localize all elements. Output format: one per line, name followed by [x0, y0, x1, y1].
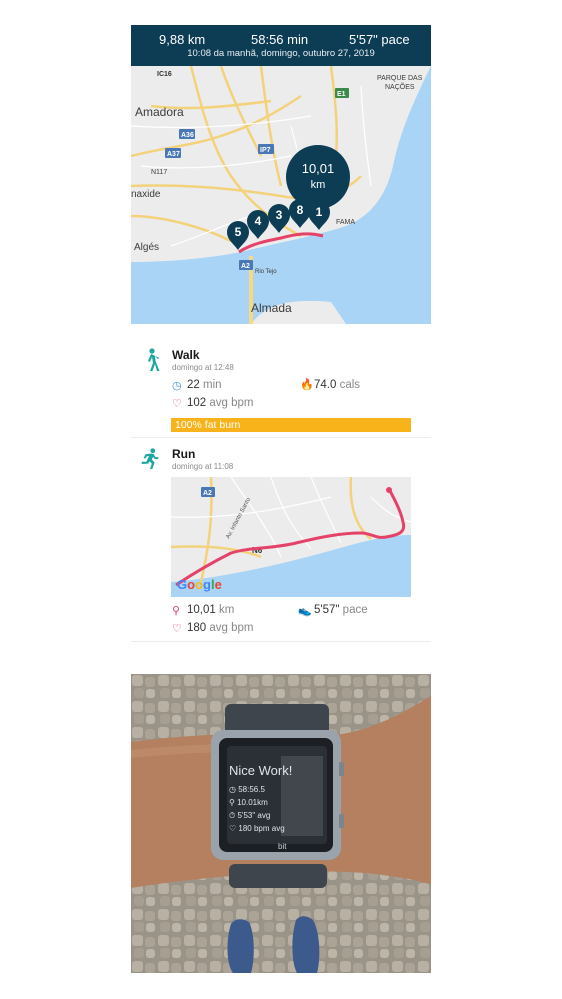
- watch-time: ◷ 58:56.5: [229, 785, 265, 794]
- route-overview-map[interactable]: Amadora Almada naxide Algés PARQUE DAS N…: [131, 66, 431, 324]
- place-label-amadora: Amadora: [135, 105, 184, 119]
- run-route-map[interactable]: A2 N6 Av. Infante Santo Google: [171, 477, 411, 597]
- heart-icon: ♡: [172, 398, 182, 410]
- road-badge-ip7: IP7: [258, 144, 274, 154]
- road-badge-e1: E1: [335, 88, 349, 98]
- watch-strap-bottom: [229, 864, 327, 888]
- svg-text:10,01: 10,01: [302, 161, 335, 176]
- watch-headline: Nice Work!: [229, 763, 292, 778]
- svg-text:A2: A2: [241, 263, 250, 270]
- road-badge-a2: A2: [201, 487, 215, 497]
- svg-text:A37: A37: [167, 151, 180, 158]
- flame-icon: 🔥: [300, 379, 314, 391]
- route-end-dot: [386, 487, 392, 493]
- shoe-icon: 👟: [298, 605, 312, 617]
- total-distance-marker[interactable]: 10,01 km: [286, 145, 350, 209]
- run-time: domingo at 11:08: [172, 462, 234, 471]
- place-label-almada: Almada: [251, 301, 292, 315]
- walk-duration: 22 min: [187, 379, 222, 391]
- svg-text:1: 1: [316, 205, 323, 219]
- walk-title: Walk: [172, 348, 200, 362]
- divider: [131, 641, 431, 642]
- watch-brand: bit: [278, 842, 287, 851]
- place-label-parque: PARQUE DAS: [377, 75, 423, 82]
- svg-text:5: 5: [235, 225, 242, 239]
- place-label-nacoes: NAÇÕES: [385, 82, 415, 91]
- clock-icon: ◷: [172, 380, 182, 392]
- road-badge-a36: A36: [179, 129, 195, 139]
- running-person-icon: [141, 448, 159, 470]
- watch-distance: ⚲ 10.01km: [229, 798, 268, 807]
- walk-calories: 74.0 cals: [314, 379, 361, 391]
- svg-text:A36: A36: [181, 132, 194, 139]
- watch-button: [339, 762, 344, 776]
- svg-text:IC16: IC16: [157, 71, 172, 78]
- svg-text:4: 4: [255, 214, 262, 228]
- walk-bpm: 102 avg bpm: [187, 397, 254, 409]
- run-pace: 5'57" pace: [314, 604, 368, 616]
- google-logo: Google: [177, 577, 222, 592]
- place-label-naxide: naxide: [131, 189, 161, 200]
- place-label-alges: Algés: [134, 242, 159, 253]
- road-badge-a37: A37: [165, 148, 181, 158]
- summary-distance: 9,88 km: [159, 32, 206, 47]
- svg-text:8: 8: [297, 203, 304, 217]
- watch-bpm: ♡ 180 bpm avg: [229, 824, 285, 833]
- watch-button: [339, 814, 344, 828]
- watch-pace: ⏱ 5'53" avg: [229, 811, 270, 820]
- place-label-fama: FAMA: [336, 219, 355, 226]
- run-bpm: 180 avg bpm: [187, 622, 254, 634]
- svg-text:3: 3: [276, 208, 283, 222]
- left-shoe: [227, 919, 254, 973]
- walk-time: domingo at 12:48: [172, 363, 234, 372]
- road-badge-a2: A2: [239, 260, 253, 270]
- walking-person-icon: [148, 348, 160, 371]
- heart-zone-bar: 100% fat burn: [171, 418, 411, 432]
- run-title: Run: [172, 447, 196, 461]
- summary-pace: 5'57" pace: [349, 32, 410, 47]
- road-badge-ic16: IC16: [157, 71, 172, 78]
- place-label-rio-tejo: Rio Tejo: [255, 269, 277, 275]
- svg-text:A2: A2: [203, 490, 212, 497]
- svg-text:km: km: [311, 179, 326, 191]
- heart-icon: ♡: [172, 623, 182, 635]
- svg-text:IP7: IP7: [260, 147, 271, 154]
- run-distance: 10,01 km: [187, 604, 235, 616]
- summary-datetime: 10:08 da manhã, domingo, outubro 27, 201…: [187, 48, 375, 59]
- road-label-n117: N117: [151, 169, 167, 176]
- divider: [131, 437, 431, 438]
- svg-text:E1: E1: [337, 91, 346, 98]
- watch-photo: Nice Work! ◷ 58:56.5 ⚲ 10.01km ⏱ 5'53" a…: [131, 674, 431, 973]
- location-pin-icon: ⚲: [172, 605, 181, 617]
- workout-summary-header: 9,88 km 58:56 min 5'57" pace 10:08 da ma…: [131, 25, 431, 66]
- summary-duration: 58:56 min: [251, 32, 309, 47]
